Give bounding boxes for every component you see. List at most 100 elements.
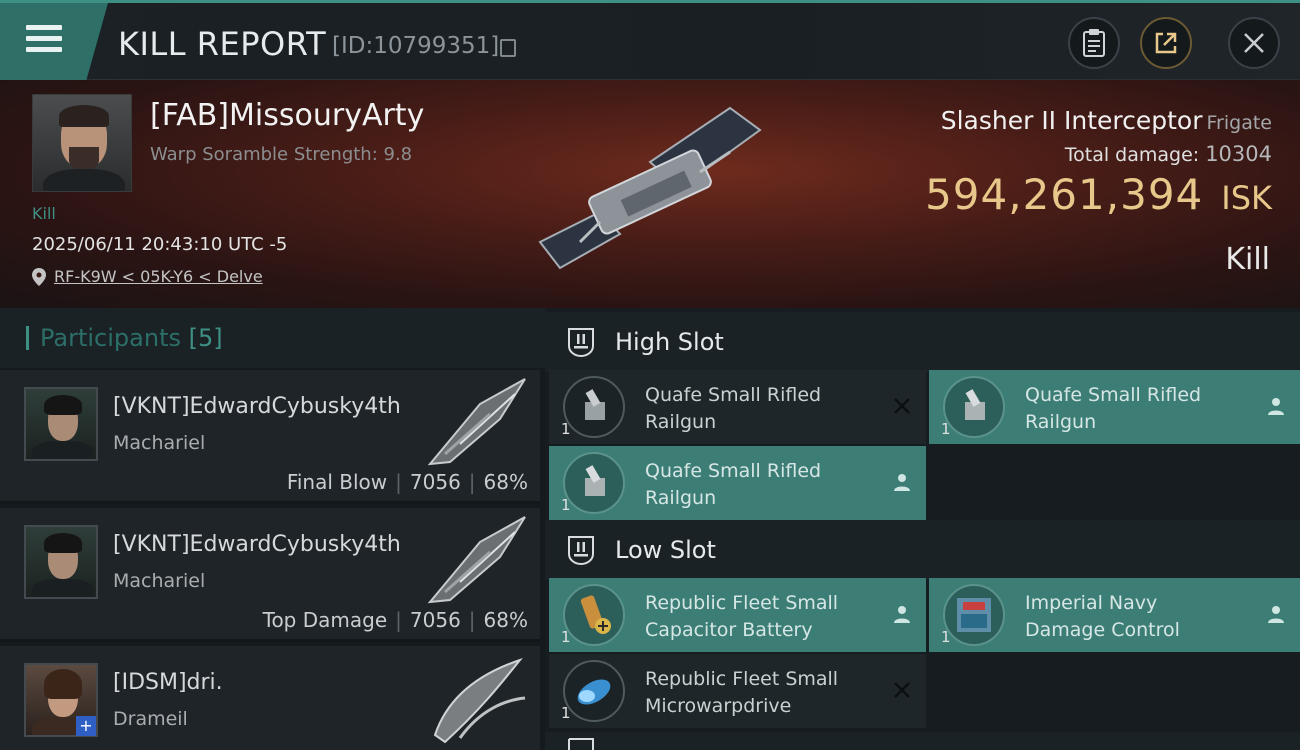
- participant-damage: 7056: [409, 470, 461, 494]
- share-button[interactable]: [1140, 17, 1192, 69]
- destroyed-status: [890, 678, 914, 702]
- participants-count: [5]: [188, 324, 223, 352]
- module-qty: 1: [561, 628, 571, 646]
- module-name: Imperial Navy Damage Control: [1025, 592, 1180, 641]
- participant-ship-image: [427, 516, 526, 604]
- slot-icon: [568, 738, 594, 750]
- module-item[interactable]: 1 Quafe Small Rifled Railgun: [929, 370, 1300, 444]
- share-icon: [1155, 32, 1177, 54]
- warp-scramble-strength: Warp Soramble Strength: 9.8: [150, 144, 413, 165]
- report-id: [ID:10799351]: [332, 33, 500, 59]
- module-icon: [563, 452, 625, 514]
- victim-ship-info: Slasher II Interceptor Frigate: [941, 106, 1272, 135]
- participants-header: Participants [5]: [0, 308, 545, 368]
- location-link[interactable]: RF-K9W < 05K-Y6 < Delve: [32, 267, 263, 286]
- participant-ship: Machariel: [113, 432, 206, 454]
- module-qty: 1: [561, 420, 571, 438]
- menu-icon: [26, 25, 62, 53]
- page-title: KILL REPORT: [118, 25, 327, 63]
- isk-unit: ISK: [1221, 179, 1272, 217]
- dropped-status: [1264, 602, 1288, 626]
- victim-ship-name[interactable]: Slasher II Interceptor: [941, 106, 1203, 135]
- module-name: Quafe Small Rifled Railgun: [645, 460, 822, 509]
- next-slot-header: [545, 732, 1300, 750]
- participant-row[interactable]: + [IDSM]dri. Drameil: [0, 646, 540, 750]
- module-name: Quafe Small Rifled Railgun: [1025, 384, 1202, 433]
- menu-button[interactable]: [0, 3, 108, 80]
- module-icon: [943, 376, 1005, 438]
- fitting-panel: High Slot 1 Quafe Small Rifled Railgun 1 …: [545, 308, 1300, 750]
- participant-role: Top Damage: [262, 608, 388, 632]
- kill-tag: Kill: [32, 204, 56, 223]
- participant-ship: Drameil: [113, 708, 188, 730]
- total-damage-value: 10304: [1205, 142, 1272, 166]
- low-slot-header: Low Slot: [545, 520, 1300, 580]
- total-damage-label: Total damage:: [1064, 144, 1200, 166]
- module-item[interactable]: 1 Quafe Small Rifled Railgun: [549, 370, 926, 444]
- participant-ship-image: [433, 657, 526, 744]
- module-qty: 1: [561, 496, 571, 514]
- module-qty: 1: [561, 704, 571, 722]
- copy-icon[interactable]: [500, 39, 516, 57]
- module-icon: [943, 584, 1005, 646]
- participant-ship: Machariel: [113, 570, 206, 592]
- participant-ship-image: [427, 378, 526, 466]
- plus-badge: +: [76, 716, 96, 736]
- high-slot-icon: [568, 328, 594, 358]
- module-item[interactable]: 1 Republic Fleet Small Capacitor Battery: [549, 578, 926, 652]
- location-pin-icon: [32, 267, 46, 286]
- participant-row[interactable]: [VKNT]EdwardCybusky4th Machariel Top Dam…: [0, 508, 540, 642]
- participant-stats: Top Damage | 7056 | 68%: [262, 608, 528, 632]
- participants-title: Participants [5]: [40, 324, 223, 352]
- participant-name: [IDSM]dri.: [113, 670, 223, 695]
- person-icon: [1268, 606, 1284, 623]
- participant-name: [VKNT]EdwardCybusky4th: [113, 394, 401, 419]
- isk-value: 594,261,394: [925, 170, 1204, 219]
- module-icon: [563, 376, 625, 438]
- participant-damage: 7056: [409, 608, 461, 632]
- avatar: [24, 387, 98, 461]
- victim-name[interactable]: [FAB]MissouryArty: [150, 98, 424, 133]
- person-icon: [1268, 398, 1284, 415]
- dropped-status: [890, 602, 914, 626]
- participant-percent: 68%: [483, 608, 528, 632]
- module-qty: 1: [941, 420, 951, 438]
- victim-portrait: [32, 94, 132, 192]
- person-icon: [894, 606, 910, 623]
- x-icon: [894, 398, 910, 414]
- participant-stats: Final Blow | 7056 | 68%: [286, 470, 528, 494]
- participant-percent: 68%: [483, 470, 528, 494]
- participant-role: Final Blow: [286, 470, 388, 494]
- dropped-status: [890, 470, 914, 494]
- close-icon: [1244, 33, 1264, 53]
- clipboard-icon: [1083, 29, 1105, 57]
- destroyed-status: [890, 394, 914, 418]
- module-qty: 1: [941, 628, 951, 646]
- top-bar: KILL REPORT [ID:10799351]: [0, 0, 1300, 80]
- low-slot-title: Low Slot: [615, 536, 716, 564]
- high-slot-title: High Slot: [615, 328, 724, 356]
- module-item[interactable]: 1 Imperial Navy Damage Control: [929, 578, 1300, 652]
- participant-name: [VKNT]EdwardCybusky4th: [113, 532, 401, 557]
- high-slot-header: High Slot: [545, 312, 1300, 372]
- module-name: Republic Fleet Small Microwarpdrive: [645, 668, 839, 717]
- module-name: Republic Fleet Small Capacitor Battery: [645, 592, 839, 641]
- module-icon: [563, 584, 625, 646]
- location-text: RF-K9W < 05K-Y6 < Delve: [54, 267, 263, 286]
- avatar: [24, 525, 98, 599]
- participants-panel: Participants [5] [VKNT]EdwardCybusky4th …: [0, 308, 545, 750]
- victim-banner: [FAB]MissouryArty Warp Soramble Strength…: [0, 80, 1300, 308]
- x-icon: [894, 682, 910, 698]
- module-name: Quafe Small Rifled Railgun: [645, 384, 822, 433]
- victim-ship-image: [538, 106, 762, 270]
- isk-value-row: 594,261,394 ISK: [925, 170, 1272, 219]
- person-icon: [894, 474, 910, 491]
- victim-ship-class: Frigate: [1206, 112, 1272, 134]
- total-damage: Total damage: 10304: [1065, 142, 1272, 166]
- module-item[interactable]: 1 Republic Fleet Small Microwarpdrive: [549, 654, 926, 728]
- close-button[interactable]: [1228, 17, 1280, 69]
- kill-time: 2025/06/11 20:43:10 UTC -5: [32, 234, 288, 255]
- module-item[interactable]: 1 Quafe Small Rifled Railgun: [549, 446, 926, 520]
- participant-row[interactable]: [VKNT]EdwardCybusky4th Machariel Final B…: [0, 370, 540, 504]
- clipboard-button[interactable]: [1068, 17, 1120, 69]
